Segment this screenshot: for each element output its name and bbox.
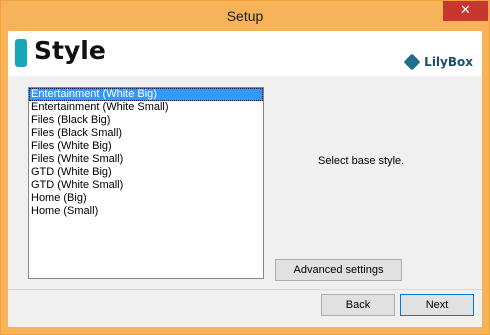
style-list-item[interactable]: Files (Black Big) bbox=[29, 114, 263, 127]
style-list-item[interactable]: Home (Big) bbox=[29, 192, 263, 205]
logo-text: LilyBox bbox=[424, 55, 473, 69]
window-title: Setup bbox=[226, 8, 264, 24]
style-list-item[interactable]: Files (White Small) bbox=[29, 153, 263, 166]
header-panel: Style LilyBox bbox=[8, 31, 482, 76]
style-description: Select base style. bbox=[318, 155, 405, 167]
lilybox-logo: LilyBox bbox=[403, 53, 473, 71]
close-button[interactable]: ✕ bbox=[443, 1, 488, 21]
accent-bar bbox=[15, 39, 27, 67]
setup-window: Setup ✕ Style LilyBox Entertainment (Whi… bbox=[0, 0, 490, 335]
style-list-item[interactable]: Entertainment (White Big) bbox=[29, 88, 263, 101]
title-bar[interactable]: Setup ✕ bbox=[1, 1, 489, 31]
style-list-item[interactable]: Entertainment (White Small) bbox=[29, 101, 263, 114]
style-list-item[interactable]: GTD (White Big) bbox=[29, 166, 263, 179]
button-footer: Back Next bbox=[8, 290, 482, 327]
style-list-item[interactable]: Home (Small) bbox=[29, 205, 263, 218]
style-list-item[interactable]: GTD (White Small) bbox=[29, 179, 263, 192]
style-listbox[interactable]: Entertainment (White Big) Entertainment … bbox=[28, 87, 264, 279]
advanced-settings-button[interactable]: Advanced settings bbox=[275, 259, 402, 281]
close-icon: ✕ bbox=[460, 3, 471, 18]
next-button[interactable]: Next bbox=[400, 294, 474, 316]
page-title: Style bbox=[34, 36, 106, 65]
style-list-item[interactable]: Files (Black Small) bbox=[29, 127, 263, 140]
style-list-item[interactable]: Files (White Big) bbox=[29, 140, 263, 153]
body-panel: Entertainment (White Big) Entertainment … bbox=[8, 76, 482, 290]
back-button[interactable]: Back bbox=[321, 294, 395, 316]
lilybox-logo-icon bbox=[403, 53, 421, 71]
dialog-client-area: Style LilyBox Entertainment (White Big) … bbox=[8, 31, 482, 327]
